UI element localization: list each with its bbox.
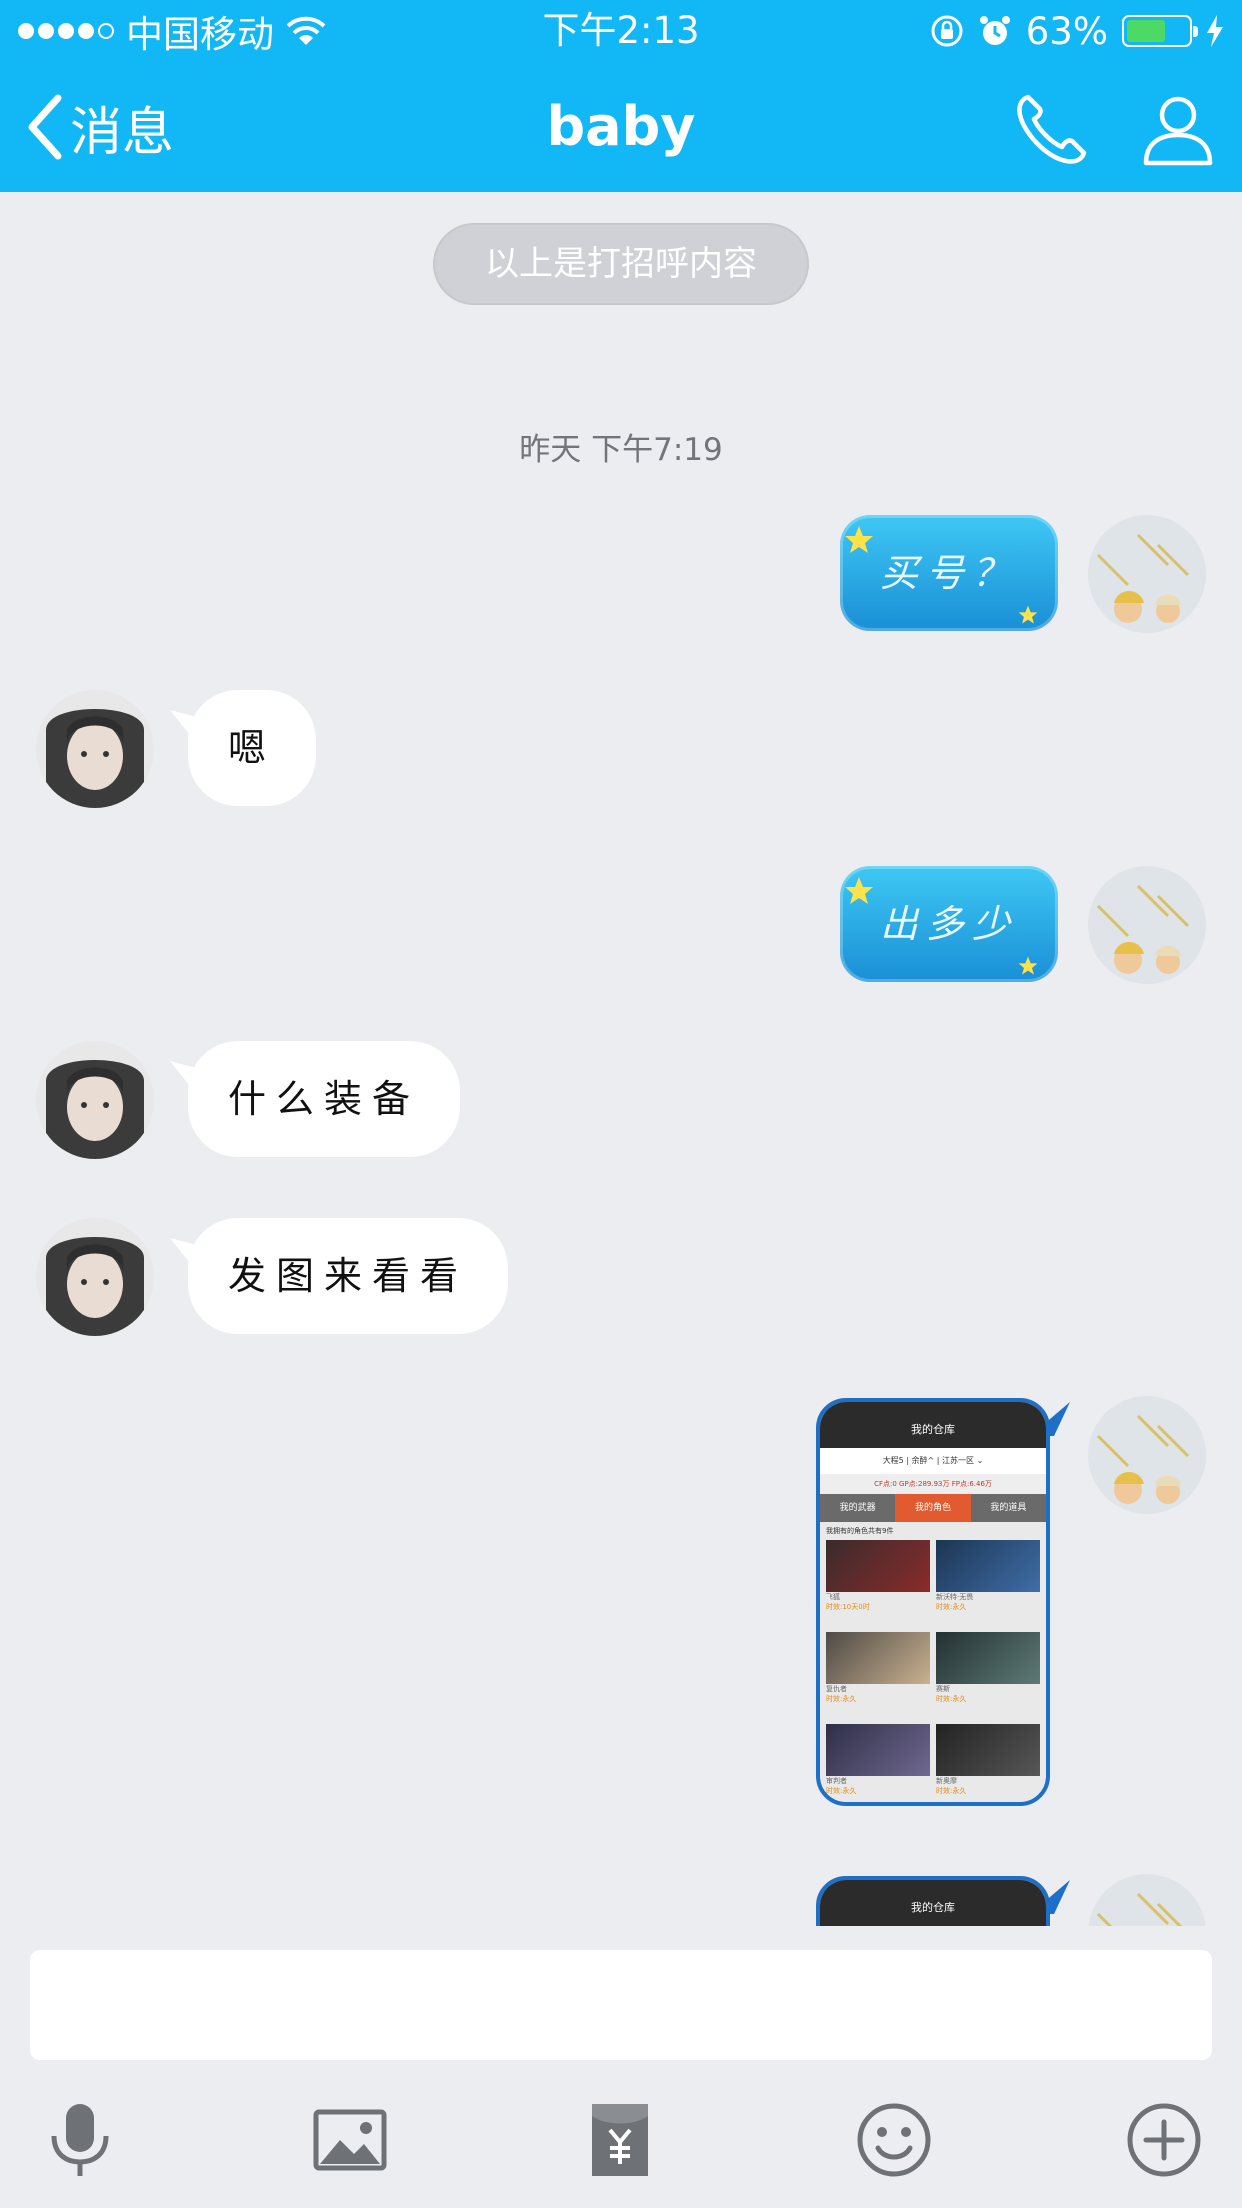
voice-button[interactable]	[38, 2098, 122, 2182]
message-text: 出多少	[879, 902, 1018, 946]
preview-item: 飞狐 时效:10天0时	[826, 1540, 930, 1628]
my-avatar[interactable]	[1088, 1874, 1206, 1926]
avatar-image-icon	[1088, 1874, 1206, 1926]
incoming-message[interactable]: 嗯	[188, 690, 317, 806]
phone-icon[interactable]	[1012, 89, 1092, 169]
star-decoration-icon	[1018, 605, 1038, 624]
message-input[interactable]	[30, 1950, 1212, 2060]
avatar-image-icon	[1088, 866, 1206, 984]
image-button[interactable]	[308, 2098, 392, 2182]
image-message[interactable]: 我的仓库 大程5 | 余醉^ | 江苏一区 ⌄	[816, 1876, 1050, 1926]
status-right: 63%	[930, 8, 1224, 54]
star-decoration-icon	[1018, 956, 1038, 975]
preview-points: CF点:0 GP点:289.93万 FP点:6.46万	[820, 1474, 1046, 1494]
message-text: 发图来看看	[228, 1254, 469, 1298]
rotation-lock-icon	[931, 15, 963, 47]
avatar-image-icon	[36, 1218, 154, 1336]
message-timestamp: 昨天 下午7:19	[519, 432, 723, 468]
message-text: 什么装备	[228, 1077, 421, 1121]
message-text: 买号？	[879, 551, 1018, 595]
my-avatar[interactable]	[1088, 1396, 1206, 1514]
microphone-icon	[51, 2104, 109, 2176]
my-avatar[interactable]	[1088, 515, 1206, 633]
chat-area[interactable]: 以上是打招呼内容 昨天 下午7:19 买号？ 嗯 出多少 什么装备 发图来看看 …	[0, 192, 1242, 1926]
status-bar: 中国移动 下午2:13 63%	[0, 0, 1242, 62]
red-packet-icon	[592, 2104, 648, 2176]
preview-item: 新奥摩 时效:永久	[936, 1724, 1040, 1802]
red-packet-button[interactable]	[578, 2098, 662, 2182]
charging-bolt-icon	[1207, 15, 1223, 47]
preview-item: 赛斯 时效:永久	[936, 1632, 1040, 1720]
preview-count: 我拥有的角色共有9件	[826, 1527, 894, 1535]
incoming-message[interactable]: 发图来看看	[188, 1218, 509, 1334]
avatar-image-icon	[1088, 1396, 1206, 1514]
contact-avatar[interactable]	[36, 690, 154, 808]
avatar-image-icon	[36, 690, 154, 808]
image-icon	[313, 2109, 387, 2171]
more-button[interactable]	[1122, 2098, 1206, 2182]
preview-tabs: 我的武器 我的角色 我的道具	[820, 1494, 1046, 1522]
emoji-button[interactable]	[852, 2098, 936, 2182]
profile-icon[interactable]	[1138, 89, 1218, 169]
avatar-image-icon	[36, 1041, 154, 1159]
preview-item: 复仇者 时效:永久	[826, 1632, 930, 1720]
preview-grid: 飞狐 时效:10天0时 新沃特·无畏 时效:永久 复仇者 时效:永久 赛斯 时效:永久 …	[820, 1536, 1046, 1802]
preview-item: 审判者 时效:永久	[826, 1724, 930, 1802]
contact-avatar[interactable]	[36, 1041, 154, 1159]
contact-avatar[interactable]	[36, 1218, 154, 1336]
preview-title: 我的仓库	[820, 1402, 1046, 1448]
outgoing-message[interactable]: 出多少	[840, 866, 1058, 982]
alarm-icon	[979, 16, 1010, 45]
outgoing-message[interactable]: 买号？	[840, 515, 1058, 631]
battery-icon	[1122, 15, 1198, 47]
emoji-icon	[857, 2103, 931, 2177]
plus-icon	[1127, 2103, 1201, 2177]
battery-percent: 63%	[1025, 9, 1108, 53]
nav-bar: 消息 baby	[0, 62, 1242, 192]
preview-tab: 我的武器	[820, 1494, 896, 1522]
preview-title: 我的仓库	[820, 1880, 1046, 1926]
avatar-image-icon	[1088, 515, 1206, 633]
preview-item: 新沃特·无畏 时效:永久	[936, 1540, 1040, 1628]
incoming-message[interactable]: 什么装备	[188, 1041, 461, 1157]
preview-tab: 我的角色	[895, 1494, 971, 1522]
preview-tab: 我的道具	[970, 1494, 1046, 1522]
message-text: 嗯	[228, 726, 277, 770]
star-decoration-icon	[845, 877, 873, 904]
star-decoration-icon	[845, 526, 873, 553]
preview-server: 大程5 | 余醉^ | 江苏一区 ⌄	[820, 1448, 1046, 1474]
greeting-notice: 以上是打招呼内容	[433, 223, 809, 305]
image-message[interactable]: 我的仓库 大程5 | 余醉^ | 江苏一区 ⌄ CF点:0 GP点:289.93…	[816, 1398, 1050, 1806]
input-bar	[0, 1926, 1242, 2208]
my-avatar[interactable]	[1088, 866, 1206, 984]
